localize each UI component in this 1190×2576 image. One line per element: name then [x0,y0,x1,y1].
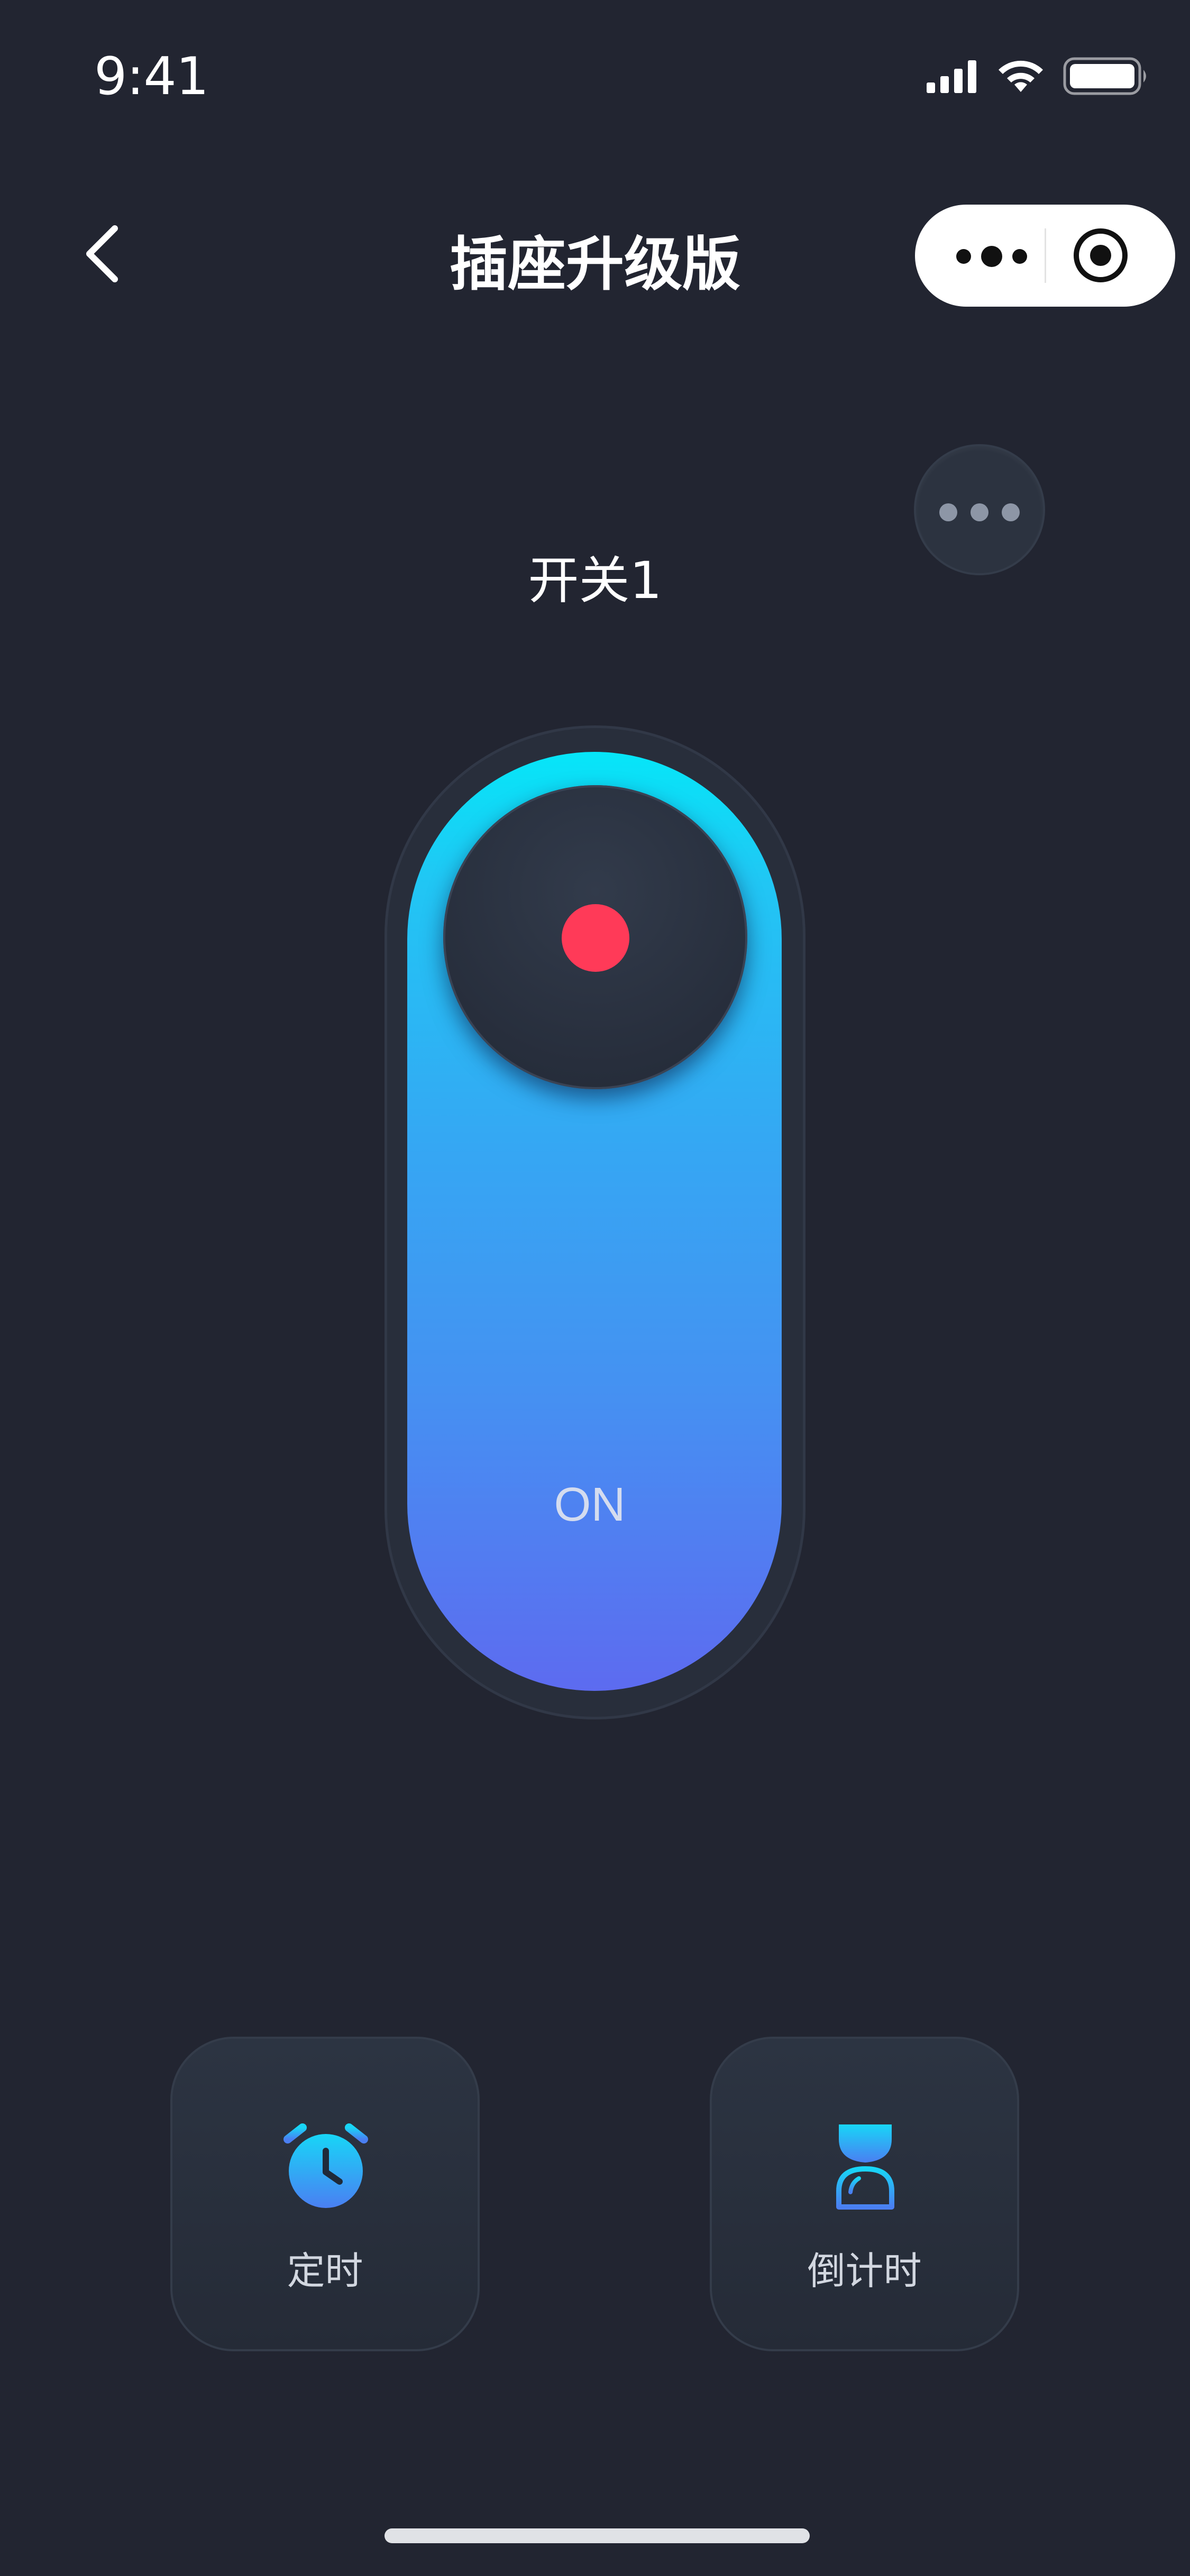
wifi-icon [999,60,1043,92]
toggle-state-label: ON [554,1478,626,1531]
battery-icon [1063,57,1146,95]
home-indicator[interactable] [385,2528,810,2543]
mini-program-capsule [915,205,1175,307]
dot [939,503,957,521]
more-dots-icon [956,246,1027,267]
status-indicator-dot [562,904,629,972]
signal-icon [927,60,976,93]
dot [1002,503,1020,521]
status-time: 9:41 [94,47,209,107]
alarm-clock-icon [283,2123,368,2208]
switch-name: 开关1 [528,551,662,610]
capsule-divider [1045,228,1046,283]
dot [971,503,988,521]
timer-button[interactable]: 定时 [170,2037,480,2351]
countdown-label: 倒计时 [807,2249,922,2293]
capsule-more-button[interactable] [952,242,1031,271]
timer-label: 定时 [287,2249,363,2293]
status-icons [927,57,1149,99]
hourglass-icon [836,2124,894,2210]
target-icon [1074,228,1128,282]
capsule-close-button[interactable] [1071,226,1130,285]
countdown-button[interactable]: 倒计时 [710,2037,1019,2351]
